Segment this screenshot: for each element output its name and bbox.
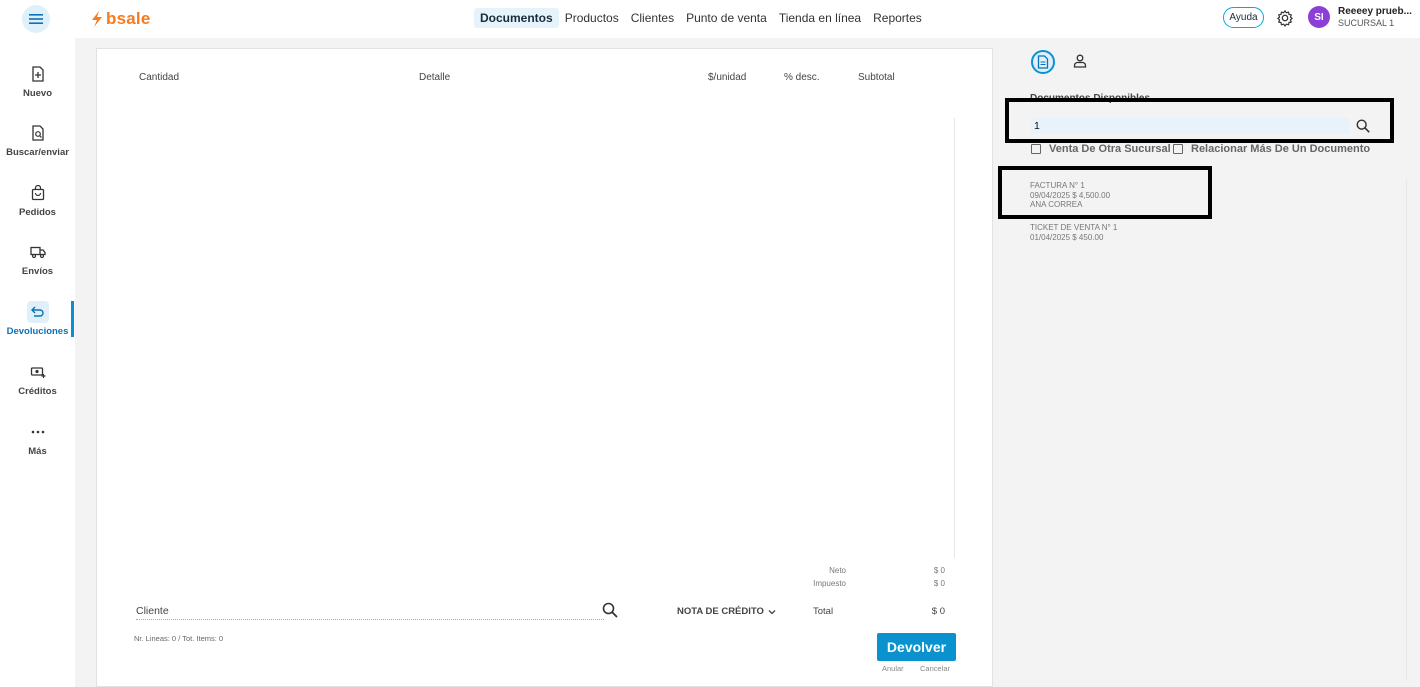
header-detalle: Detalle — [419, 72, 451, 83]
header-subtotal: Subtotal — [858, 72, 895, 83]
sidebar-item-pedidos[interactable]: Pedidos — [0, 182, 75, 218]
shopping-bag-icon — [27, 182, 49, 204]
user-name[interactable]: Reeeey prueb... — [1338, 6, 1420, 17]
sidebar-item-buscar-enviar[interactable]: Buscar/enviar — [0, 122, 75, 158]
checkbox-icon — [1173, 144, 1183, 154]
neto-value: $ 0 — [933, 566, 945, 575]
nav-clientes[interactable]: Clientes — [625, 8, 680, 28]
sidebar-item-label: Buscar/enviar — [6, 147, 69, 158]
active-indicator — [71, 301, 74, 337]
sidebar-item-envios[interactable]: Envíos — [0, 241, 75, 277]
header-descuento: % desc. — [784, 72, 820, 83]
total-label: Total — [813, 606, 834, 617]
list-item[interactable]: TICKET DE VENTA N° 1 01/04/2025 $ 450.00 — [1030, 223, 1117, 242]
client-input[interactable]: Cliente — [136, 603, 604, 620]
main-nav: Documentos Productos Clientes Punto de v… — [474, 8, 928, 28]
avatar[interactable]: SI — [1308, 6, 1330, 28]
document-type-label: NOTA DE CRÉDITO — [677, 606, 764, 617]
help-button[interactable]: Ayuda — [1223, 7, 1264, 28]
user-icon[interactable] — [1072, 53, 1088, 69]
document-title: FACTURA N° 1 — [1030, 181, 1085, 190]
anular-link[interactable]: Anular — [882, 664, 904, 673]
sidebar: Nuevo Buscar/enviar Pedidos Envíos Devol… — [0, 38, 75, 687]
cancelar-link[interactable]: Cancelar — [920, 664, 950, 673]
sidebar-item-nuevo[interactable]: Nuevo — [0, 63, 75, 99]
total-value: $ 0 — [931, 606, 945, 617]
list-item[interactable]: FACTURA N° 1 09/04/2025 $ 4,500.00 ANA C… — [1030, 181, 1110, 210]
checkbox-label: Relacionar Más De Un Documento — [1191, 143, 1371, 155]
document-card — [96, 48, 993, 687]
document-icon — [1037, 55, 1049, 69]
search-icon[interactable] — [1355, 118, 1371, 134]
sidebar-item-creditos[interactable]: Créditos — [0, 361, 75, 397]
search-icon[interactable] — [601, 601, 619, 619]
checkbox-other-branch[interactable]: Venta De Otra Sucursal — [1031, 143, 1171, 155]
money-icon — [27, 361, 49, 383]
sidebar-item-label: Créditos — [18, 386, 57, 397]
lines-info: Nr. Lineas: 0 / Tot. Items: 0 — [134, 634, 224, 643]
checkbox-icon — [1031, 144, 1041, 154]
file-plus-icon — [27, 63, 49, 85]
sidebar-item-label: Pedidos — [19, 207, 56, 218]
bolt-icon — [92, 11, 102, 27]
more-dots-icon — [27, 421, 49, 443]
brand-name: bsale — [106, 9, 151, 28]
nav-documentos[interactable]: Documentos — [474, 8, 559, 28]
nav-reportes[interactable]: Reportes — [867, 8, 928, 28]
document-type-select[interactable]: NOTA DE CRÉDITO — [677, 606, 776, 617]
document-date-amount: 09/04/2025 $ 4,500.00 — [1030, 190, 1111, 200]
sidebar-item-devoluciones[interactable]: Devoluciones — [0, 301, 75, 337]
nav-punto-de-venta[interactable]: Punto de venta — [680, 8, 773, 28]
file-search-icon — [27, 122, 49, 144]
sidebar-item-mas[interactable]: Más — [0, 421, 75, 457]
sidebar-item-label: Nuevo — [22, 88, 53, 99]
top-bar: bsale Documentos Productos Clientes Punt… — [0, 0, 1420, 38]
scrollbar[interactable] — [954, 118, 955, 558]
impuesto-value: $ 0 — [933, 579, 945, 588]
impuesto-label: Impuesto — [813, 579, 846, 588]
checkbox-label: Venta De Otra Sucursal — [1049, 143, 1171, 155]
chevron-down-icon — [768, 609, 776, 614]
return-arrow-icon — [26, 301, 49, 323]
sidebar-item-label: Devoluciones — [6, 326, 69, 337]
menu-icon[interactable] — [22, 5, 50, 33]
header-precio-unidad: $/unidad — [708, 72, 747, 83]
sidebar-item-label: Más — [28, 446, 47, 457]
header-cantidad: Cantidad — [139, 72, 180, 83]
truck-icon — [27, 241, 49, 263]
document-title: TICKET DE VENTA N° 1 — [1030, 223, 1118, 232]
nav-tienda-en-linea[interactable]: Tienda en línea — [773, 8, 867, 28]
sidebar-item-label: Envíos — [21, 266, 54, 277]
neto-label: Neto — [829, 566, 846, 575]
nav-productos[interactable]: Productos — [559, 8, 625, 28]
document-search-input[interactable] — [1031, 118, 1349, 134]
scrollbar[interactable] — [1406, 180, 1407, 680]
checkbox-multiple-documents[interactable]: Relacionar Más De Un Documento — [1173, 143, 1370, 155]
tab-documents[interactable] — [1031, 50, 1055, 74]
bsale-logo[interactable]: bsale — [90, 9, 150, 29]
document-date-amount: 01/04/2025 $ 450.00 — [1030, 232, 1104, 242]
gear-icon[interactable] — [1276, 9, 1294, 27]
document-client: ANA CORREA — [1030, 200, 1083, 209]
user-branch: SUCURSAL 1 — [1338, 18, 1395, 28]
devolver-button[interactable]: Devolver — [877, 633, 956, 661]
